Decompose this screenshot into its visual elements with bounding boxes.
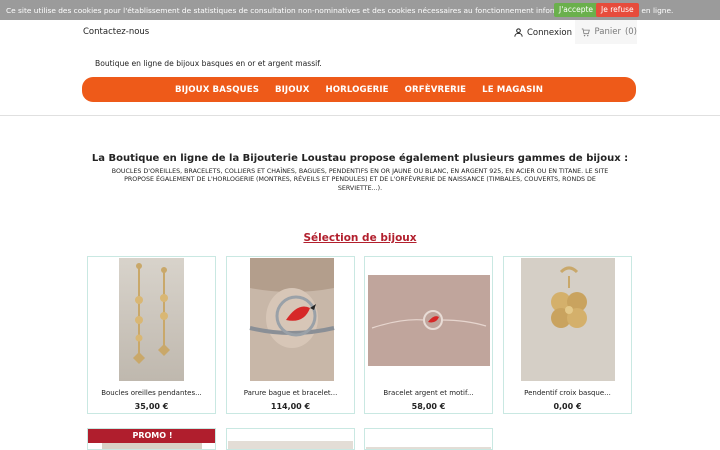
- product-card[interactable]: Boucles oreilles pendantes... 35,00 €: [87, 256, 216, 414]
- product-image-pendant[interactable]: [505, 258, 630, 381]
- intro-title: La Boutique en ligne de la Bijouterie Lo…: [91, 153, 629, 164]
- menu-item-orfevrerie[interactable]: ORFÈVRERIE: [405, 85, 467, 95]
- product-name[interactable]: Boucles oreilles pendantes...: [88, 389, 215, 397]
- site-tagline: Boutique en ligne de bijoux basques en o…: [95, 59, 322, 68]
- product-price: 0,00 €: [553, 402, 582, 411]
- product-price: 58,00 €: [411, 402, 446, 411]
- cart-button[interactable]: Panier (0): [575, 20, 637, 44]
- login-label: Connexion: [527, 27, 572, 38]
- cart-icon: [581, 28, 590, 36]
- main-menu: BIJOUX BASQUES BIJOUX HORLOGERIE ORFÈVRE…: [82, 77, 636, 102]
- promo-badge: PROMO !: [88, 429, 215, 443]
- contact-link[interactable]: Contactez-nous: [83, 27, 149, 37]
- product-name[interactable]: Parure bague et bracelet...: [227, 389, 354, 397]
- cookie-refuse-button[interactable]: Je refuse: [596, 3, 639, 17]
- product-image[interactable]: [228, 441, 353, 449]
- intro-body: Boucles d'oreilles, bracelets, colliers …: [111, 168, 609, 192]
- product-card[interactable]: [226, 428, 355, 450]
- product-name[interactable]: Pendentif croix basque...: [504, 389, 631, 397]
- product-price: 114,00 €: [270, 402, 311, 411]
- menu-item-le-magasin[interactable]: LE MAGASIN: [482, 85, 543, 95]
- cart-label: Panier: [594, 27, 621, 37]
- menu-item-bijoux-basques[interactable]: BIJOUX BASQUES: [175, 85, 259, 95]
- product-card[interactable]: PROMO !: [87, 428, 216, 450]
- product-card[interactable]: Pendentif croix basque... 0,00 €: [503, 256, 632, 414]
- product-name[interactable]: Bracelet argent et motif...: [365, 389, 492, 397]
- product-image-bracelet[interactable]: [366, 258, 491, 381]
- login-link[interactable]: Connexion: [513, 27, 572, 38]
- header-nav: Contactez-nous Connexion Panier (0): [0, 20, 720, 44]
- selection-title[interactable]: Sélection de bijoux: [0, 232, 720, 244]
- product-image-ring[interactable]: [228, 258, 353, 381]
- product-image-earrings[interactable]: [89, 258, 214, 381]
- product-card[interactable]: Parure bague et bracelet... 114,00 €: [226, 256, 355, 414]
- menu-item-horlogerie[interactable]: HORLOGERIE: [325, 85, 388, 95]
- product-image[interactable]: [102, 443, 202, 449]
- cookie-accept-button[interactable]: J'accepte: [554, 3, 599, 17]
- product-price: 35,00 €: [134, 402, 169, 411]
- product-card[interactable]: Bracelet argent et motif... 58,00 €: [364, 256, 493, 414]
- user-icon: [514, 28, 523, 37]
- menu-item-bijoux[interactable]: BIJOUX: [275, 85, 309, 95]
- product-card[interactable]: [364, 428, 493, 450]
- cart-count: (0): [624, 27, 637, 37]
